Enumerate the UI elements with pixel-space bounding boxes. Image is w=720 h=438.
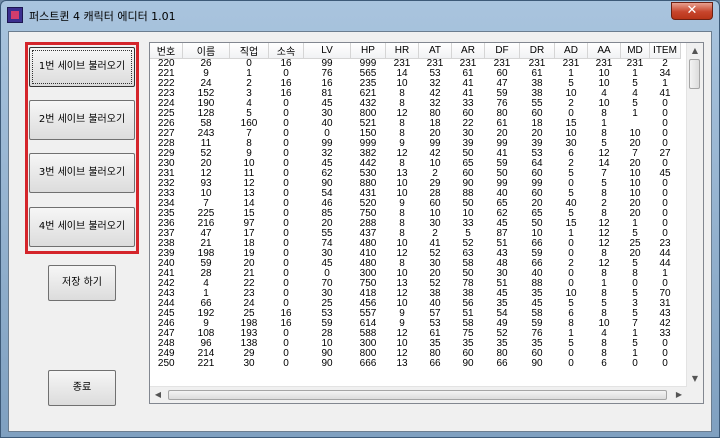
table-row[interactable]: 250 221 30 0 90 666 13 66 90 66 90 0 6 0 0 (150, 359, 681, 369)
table-cell[interactable]: 13 (386, 359, 419, 369)
title-bar[interactable]: 퍼스트퀸 4 캐릭터 에디터 1.01 ✕ (1, 1, 719, 29)
column-header[interactable]: HP (350, 43, 386, 59)
column-header[interactable]: 번호 (150, 43, 183, 59)
table-cell[interactable]: 66 (485, 359, 520, 369)
load-save-4-button[interactable]: 4번 세이브 불러오기 (29, 207, 135, 247)
table-cell[interactable]: 90 (304, 359, 351, 369)
column-header[interactable]: MD (620, 43, 650, 59)
vertical-scroll-thumb[interactable] (689, 59, 700, 89)
column-header[interactable]: HR (385, 43, 419, 59)
column-header[interactable]: 이름 (182, 43, 230, 59)
table-cell[interactable]: 221 (183, 359, 230, 369)
scroll-down-arrow-icon[interactable]: ▼ (687, 371, 703, 387)
column-header[interactable]: AT (418, 43, 452, 59)
app-window: 퍼스트퀸 4 캐릭터 에디터 1.01 ✕ 1번 세이브 불러오기 2번 세이브… (0, 0, 720, 438)
column-header[interactable]: AA (587, 43, 621, 59)
table-cell[interactable]: 6 (588, 359, 621, 369)
column-header[interactable]: ITEM (649, 43, 681, 59)
load-save-1-button[interactable]: 1번 세이브 불러오기 (29, 47, 135, 87)
column-header[interactable]: LV (303, 43, 351, 59)
column-header[interactable]: 소속 (268, 43, 304, 59)
table-cell[interactable]: 0 (555, 359, 588, 369)
column-header[interactable]: DF (484, 43, 520, 59)
column-header[interactable]: AR (451, 43, 485, 59)
load-save-3-button[interactable]: 3번 세이브 불러오기 (29, 153, 135, 193)
load-button-group: 1번 세이브 불러오기 2번 세이브 불러오기 3번 세이브 불러오기 4번 세… (25, 42, 139, 254)
table-cell[interactable]: 0 (621, 359, 650, 369)
load-save-2-button[interactable]: 2번 세이브 불러오기 (29, 100, 135, 140)
table-cell[interactable]: 0 (650, 359, 681, 369)
window-title: 퍼스트퀸 4 캐릭터 에디터 1.01 (29, 10, 176, 23)
horizontal-scroll-thumb[interactable] (168, 390, 667, 400)
table-cell[interactable]: 666 (351, 359, 386, 369)
table-cell[interactable]: 0 (269, 359, 304, 369)
scrollbar-corner (687, 387, 703, 403)
table-cell[interactable]: 66 (419, 359, 452, 369)
character-data-grid[interactable]: 번호 이름 직업 소속 LV HP HR AT AR DF DR AD AA MD ITEM 220 26 0 1… (149, 42, 704, 404)
column-header[interactable]: DR (519, 43, 555, 59)
column-header[interactable]: 직업 (229, 43, 269, 59)
exit-button[interactable]: 종료 (48, 370, 116, 406)
character-table: 번호 이름 직업 소속 LV HP HR AT AR DF DR AD AA MD ITEM 220 26 0 1… (150, 43, 681, 369)
column-header[interactable]: AD (554, 43, 588, 59)
save-button[interactable]: 저장 하기 (48, 265, 116, 301)
scroll-right-arrow-icon[interactable]: ▶ (671, 387, 687, 403)
scroll-up-arrow-icon[interactable]: ▲ (687, 43, 703, 59)
client-area: 1번 세이브 불러오기 2번 세이브 불러오기 3번 세이브 불러오기 4번 세… (8, 31, 712, 432)
close-button[interactable]: ✕ (671, 2, 713, 20)
table-cell[interactable]: 90 (452, 359, 485, 369)
horizontal-scrollbar[interactable]: ◀ ▶ (150, 386, 687, 403)
table-cell[interactable]: 30 (230, 359, 269, 369)
table-header-row: 번호 이름 직업 소속 LV HP HR AT AR DF DR AD AA MD ITEM (150, 43, 681, 59)
table-body: 220 26 0 16 99 999 231 231 231 231 231 231 231 231 2 22… (150, 59, 681, 370)
vertical-scrollbar[interactable]: ▲ ▼ (686, 43, 703, 387)
scroll-left-arrow-icon[interactable]: ◀ (150, 387, 166, 403)
table-cell[interactable]: 250 (150, 359, 183, 369)
table-cell[interactable]: 1 (621, 109, 650, 119)
table-cell[interactable]: 90 (520, 359, 555, 369)
app-icon (7, 7, 23, 23)
